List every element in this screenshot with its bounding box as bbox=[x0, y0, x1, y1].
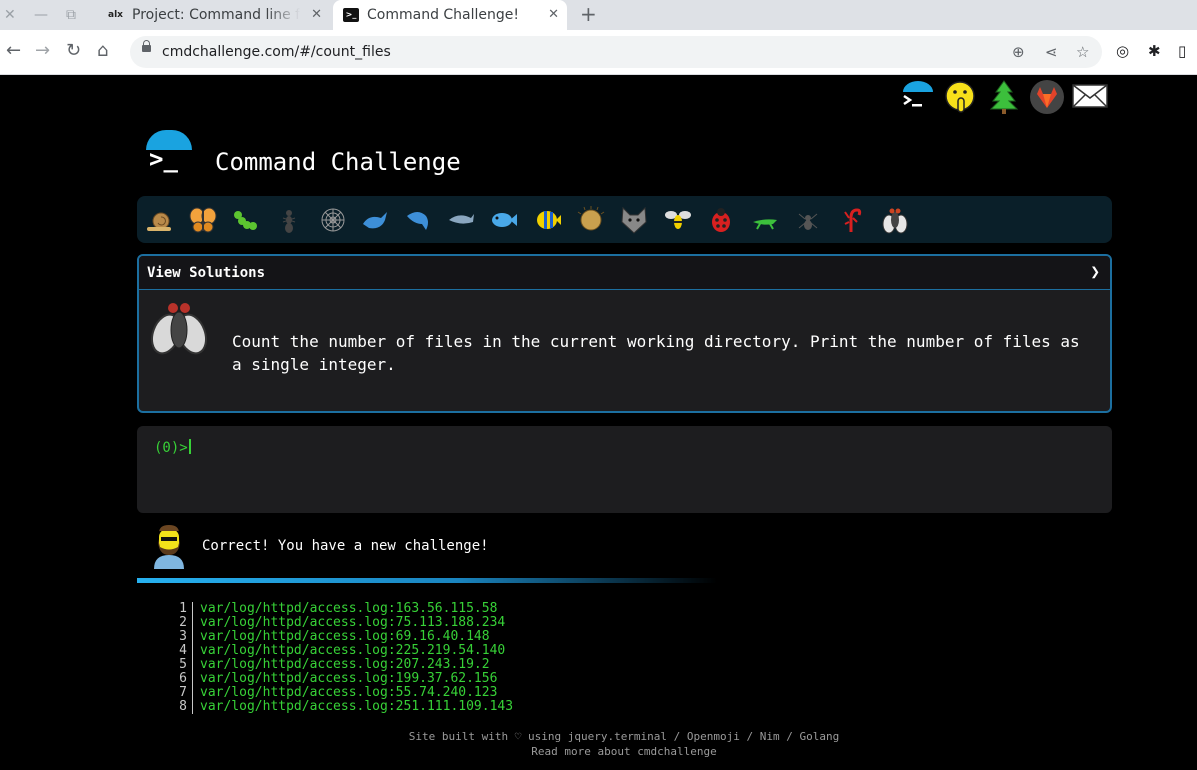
command-output: 1 var/log/httpd/access.log:163.56.115.58 … bbox=[160, 602, 513, 714]
line-number: 4 bbox=[160, 644, 193, 658]
dolphin-icon[interactable] bbox=[404, 206, 432, 234]
view-solutions-label[interactable]: View Solutions bbox=[147, 264, 265, 282]
ant-icon[interactable] bbox=[275, 206, 303, 234]
spider-icon[interactable] bbox=[794, 206, 822, 234]
view-solutions-header[interactable]: View Solutions ❯ bbox=[139, 256, 1110, 290]
fish-icon[interactable] bbox=[490, 206, 518, 234]
chevron-right-icon[interactable]: ❯ bbox=[1090, 262, 1100, 282]
terminal-favicon-icon: >_ bbox=[343, 8, 359, 22]
extensions-icon[interactable]: ✱ bbox=[1148, 41, 1161, 61]
new-tab-icon[interactable]: + bbox=[580, 3, 597, 25]
line-text: var/log/httpd/access.log:207.243.19.2 bbox=[200, 657, 490, 672]
tab-title: Project: Command line fo bbox=[132, 7, 300, 23]
alx-favicon-icon: alx bbox=[108, 10, 123, 20]
butterfly-icon[interactable] bbox=[189, 206, 217, 234]
lock-icon[interactable] bbox=[142, 40, 151, 52]
page-content: >_ Command Challenge View Solutions ❯ Co… bbox=[0, 75, 1197, 770]
browser-toolbar: ← → ↻ ⌂ cmdchallenge.com/#/count_files ⊕… bbox=[0, 30, 1197, 75]
output-row: 3 var/log/httpd/access.log:69.16.40.148 bbox=[160, 630, 513, 644]
pufferfish-icon[interactable] bbox=[577, 206, 605, 234]
challenge-description: Count the number of files in the current… bbox=[232, 332, 1080, 374]
cricket-icon[interactable] bbox=[751, 206, 779, 234]
home-icon[interactable]: ⌂ bbox=[97, 40, 108, 62]
feedback-message: Correct! You have a new challenge! bbox=[202, 538, 489, 554]
tropical-fish-icon[interactable] bbox=[534, 206, 562, 234]
fly-icon[interactable] bbox=[881, 206, 909, 234]
browser-tab-bar: ✕ — ⧉ alx Project: Command line fo ✕ >_ … bbox=[0, 0, 1197, 30]
read-more-link[interactable]: Read more about cmdchallenge bbox=[0, 744, 1197, 759]
progress-bar bbox=[137, 578, 717, 583]
line-number: 6 bbox=[160, 672, 193, 686]
line-text: var/log/httpd/access.log:69.16.40.148 bbox=[200, 629, 490, 644]
line-text: var/log/httpd/access.log:251.111.109.143 bbox=[200, 699, 514, 714]
line-text: var/log/httpd/access.log:55.74.240.123 bbox=[200, 685, 498, 700]
line-number: 2 bbox=[160, 616, 193, 630]
shushing-face-icon[interactable] bbox=[943, 80, 979, 116]
terminal-cursor bbox=[188, 439, 191, 454]
output-row: 8 var/log/httpd/access.log:251.111.109.14… bbox=[160, 700, 513, 714]
output-row: 7 var/log/httpd/access.log:55.74.240.123 bbox=[160, 686, 513, 700]
output-row: 6 var/log/httpd/access.log:199.37.62.156 bbox=[160, 672, 513, 686]
prompt-text: (0)> bbox=[154, 440, 188, 456]
scorpion-icon[interactable] bbox=[837, 206, 865, 234]
whale-icon[interactable] bbox=[361, 206, 389, 234]
line-text: var/log/httpd/access.log:75.113.188.234 bbox=[200, 615, 506, 630]
spider-web-icon[interactable] bbox=[319, 206, 347, 234]
address-bar[interactable]: cmdchallenge.com/#/count_files ⊕ ⋖ ☆ bbox=[130, 36, 1102, 68]
fly-icon bbox=[150, 300, 208, 362]
line-number: 1 bbox=[160, 602, 193, 616]
cmdchallenge-logo-icon: >_ bbox=[146, 130, 192, 174]
bee-icon[interactable] bbox=[664, 206, 692, 234]
window-close-icon[interactable]: ✕ bbox=[4, 6, 16, 24]
window-minimize-icon[interactable]: — bbox=[34, 6, 48, 24]
gitlab-icon[interactable] bbox=[1029, 79, 1065, 115]
line-text: var/log/httpd/access.log:199.37.62.156 bbox=[200, 671, 498, 686]
envelope-icon[interactable] bbox=[1072, 81, 1108, 117]
tab-title: Command Challenge! bbox=[367, 7, 520, 23]
output-row: 4 var/log/httpd/access.log:225.219.54.140 bbox=[160, 644, 513, 658]
share-icon[interactable]: ⋖ bbox=[1045, 42, 1058, 62]
line-number: 8 bbox=[160, 700, 193, 714]
back-arrow-icon[interactable]: ← bbox=[6, 40, 21, 62]
tab-close-icon[interactable]: ✕ bbox=[311, 6, 322, 24]
line-number: 5 bbox=[160, 658, 193, 672]
url-text[interactable]: cmdchallenge.com/#/count_files bbox=[162, 43, 391, 61]
caterpillar-icon[interactable] bbox=[232, 206, 260, 234]
avatar-icon bbox=[150, 523, 188, 569]
tab-command-challenge[interactable]: >_ Command Challenge! ✕ bbox=[333, 0, 567, 30]
line-number: 7 bbox=[160, 686, 193, 700]
profile-icon[interactable]: ◎ bbox=[1116, 41, 1129, 61]
christmas-tree-icon[interactable] bbox=[986, 79, 1022, 115]
window-restore-icon[interactable]: ⧉ bbox=[66, 6, 76, 24]
footer: Site built with ♡ using jquery.terminal … bbox=[0, 729, 1197, 759]
ladybug-icon[interactable] bbox=[707, 206, 735, 234]
snail-icon[interactable] bbox=[145, 206, 173, 234]
forward-arrow-icon[interactable]: → bbox=[35, 40, 50, 62]
logo-prompt: >_ bbox=[149, 145, 178, 173]
bookmark-star-icon[interactable]: ☆ bbox=[1076, 42, 1089, 62]
terminal-input[interactable]: (0)> bbox=[137, 426, 1112, 513]
line-number: 3 bbox=[160, 630, 193, 644]
tab-alx-project[interactable]: alx Project: Command line fo ✕ bbox=[98, 0, 330, 30]
output-row: 1 var/log/httpd/access.log:163.56.115.58 bbox=[160, 602, 513, 616]
terminal-logo-icon[interactable] bbox=[900, 80, 936, 116]
zoom-icon[interactable]: ⊕ bbox=[1012, 42, 1025, 62]
reload-icon[interactable]: ↻ bbox=[66, 40, 81, 62]
page-title: Command Challenge bbox=[215, 148, 461, 176]
tab-close-icon[interactable]: ✕ bbox=[548, 6, 559, 24]
sidebar-icon[interactable]: ▯ bbox=[1178, 41, 1186, 61]
challenge-panel: View Solutions ❯ Count the number of fil… bbox=[137, 254, 1112, 413]
output-row: 2 var/log/httpd/access.log:75.113.188.234 bbox=[160, 616, 513, 630]
line-text: var/log/httpd/access.log:225.219.54.140 bbox=[200, 643, 506, 658]
line-text: var/log/httpd/access.log:163.56.115.58 bbox=[200, 601, 498, 616]
dolphin-icon[interactable] bbox=[447, 206, 475, 234]
footer-credits: Site built with ♡ using jquery.terminal … bbox=[408, 730, 840, 743]
wolf-icon[interactable] bbox=[620, 206, 648, 234]
challenge-icon-bar bbox=[137, 196, 1112, 243]
terminal-prompt[interactable]: (0)> bbox=[154, 439, 191, 457]
output-row: 5 var/log/httpd/access.log:207.243.19.2 bbox=[160, 658, 513, 672]
